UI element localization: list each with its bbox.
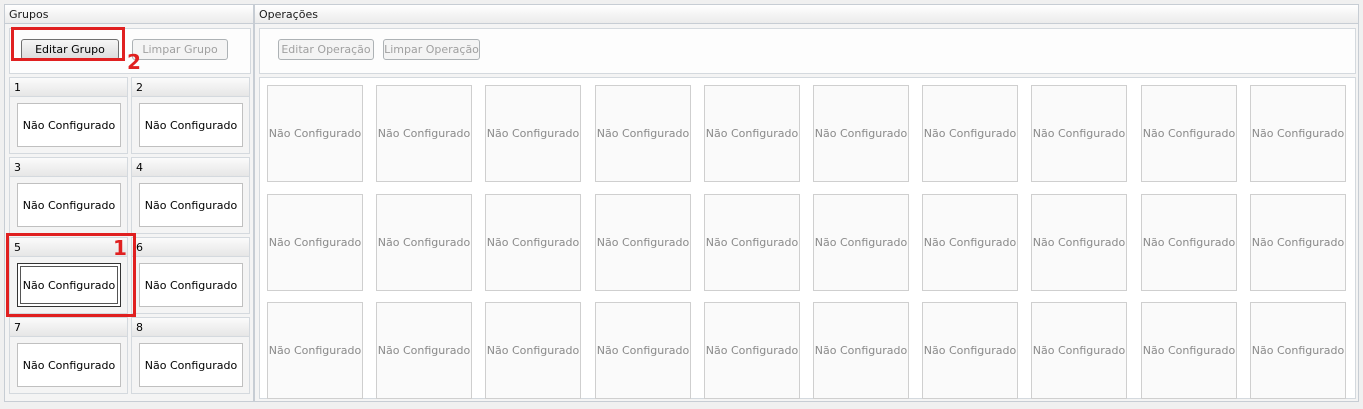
clear-group-button[interactable]: Limpar Grupo	[132, 39, 228, 60]
group-cell-8: 8 Não Configurado	[131, 317, 250, 394]
operations-grid: Não Configurado Não Configurado Não Config…	[259, 77, 1356, 399]
group-cell-2: 2 Não Configurado	[131, 77, 250, 154]
group-number: 2	[132, 78, 249, 97]
group-number: 4	[132, 158, 249, 177]
group-button-3[interactable]: Não Configurado	[17, 183, 121, 227]
operation-button[interactable]: Não Configurado	[704, 85, 800, 182]
operation-button[interactable]: Não Configurado	[1250, 302, 1346, 399]
annotation-marker-2: 2	[127, 50, 141, 74]
group-cell-6: 6 Não Configurado	[131, 237, 250, 314]
operation-button[interactable]: Não Configurado	[1031, 85, 1127, 182]
operation-button[interactable]: Não Configurado	[813, 85, 909, 182]
group-cell-7: 7 Não Configurado	[9, 317, 128, 394]
operation-button[interactable]: Não Configurado	[376, 194, 472, 291]
operation-button[interactable]: Não Configurado	[595, 85, 691, 182]
operation-button[interactable]: Não Configurado	[813, 302, 909, 399]
operations-panel-title: Operações	[255, 5, 1358, 24]
operation-button[interactable]: Não Configurado	[704, 302, 800, 399]
operation-button[interactable]: Não Configurado	[813, 194, 909, 291]
group-cell-4: 4 Não Configurado	[131, 157, 250, 234]
operation-button[interactable]: Não Configurado	[376, 85, 472, 182]
group-button-2[interactable]: Não Configurado	[139, 103, 243, 147]
clear-operation-button[interactable]: Limpar Operação	[383, 39, 480, 60]
group-number: 8	[132, 318, 249, 337]
operation-button[interactable]: Não Configurado	[595, 194, 691, 291]
operation-button[interactable]: Não Configurado	[704, 194, 800, 291]
operations-toolbar: Editar Operação Limpar Operação	[259, 28, 1356, 74]
operation-button[interactable]: Não Configurado	[922, 302, 1018, 399]
operation-button[interactable]: Não Configurado	[376, 302, 472, 399]
annotation-box-2	[11, 27, 125, 61]
group-cell-1: 1 Não Configurado	[9, 77, 128, 154]
group-button-7[interactable]: Não Configurado	[17, 343, 121, 387]
group-button-8[interactable]: Não Configurado	[139, 343, 243, 387]
group-number: 7	[10, 318, 127, 337]
edit-operation-button[interactable]: Editar Operação	[278, 39, 374, 60]
operation-button[interactable]: Não Configurado	[267, 194, 363, 291]
operation-button[interactable]: Não Configurado	[1250, 85, 1346, 182]
operation-button[interactable]: Não Configurado	[267, 302, 363, 399]
annotation-marker-1: 1	[113, 236, 127, 260]
operation-button[interactable]: Não Configurado	[1250, 194, 1346, 291]
operation-button[interactable]: Não Configurado	[485, 85, 581, 182]
operation-button[interactable]: Não Configurado	[267, 85, 363, 182]
groups-panel-title: Grupos	[5, 5, 253, 24]
operation-button[interactable]: Não Configurado	[1141, 302, 1237, 399]
group-button-6[interactable]: Não Configurado	[139, 263, 243, 307]
operation-button[interactable]: Não Configurado	[1031, 302, 1127, 399]
group-number: 1	[10, 78, 127, 97]
group-button-4[interactable]: Não Configurado	[139, 183, 243, 227]
group-cell-3: 3 Não Configurado	[9, 157, 128, 234]
operation-button[interactable]: Não Configurado	[485, 194, 581, 291]
group-number: 6	[132, 238, 249, 257]
operation-button[interactable]: Não Configurado	[485, 302, 581, 399]
operation-button[interactable]: Não Configurado	[922, 85, 1018, 182]
group-button-1[interactable]: Não Configurado	[17, 103, 121, 147]
group-number: 3	[10, 158, 127, 177]
operation-button[interactable]: Não Configurado	[595, 302, 691, 399]
operation-button[interactable]: Não Configurado	[1141, 194, 1237, 291]
operations-panel: Operações Editar Operação Limpar Operaçã…	[254, 4, 1359, 402]
operation-button[interactable]: Não Configurado	[1141, 85, 1237, 182]
operation-button[interactable]: Não Configurado	[1031, 194, 1127, 291]
operation-button[interactable]: Não Configurado	[922, 194, 1018, 291]
